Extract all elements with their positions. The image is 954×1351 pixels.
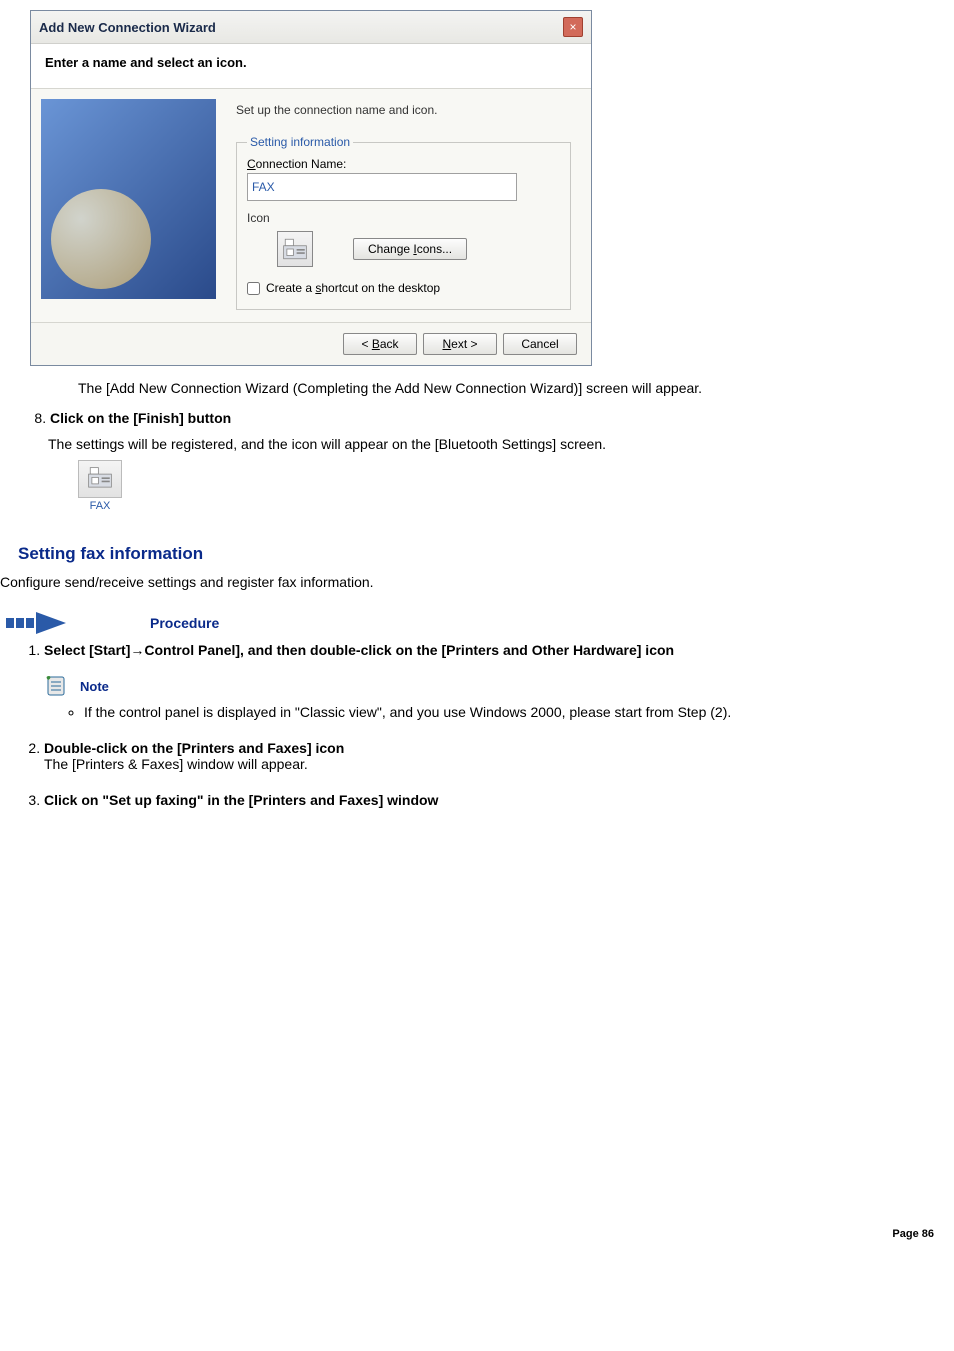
connection-name-input[interactable] bbox=[247, 173, 517, 201]
setting-info-group: Setting information Connection Name: Ico… bbox=[236, 135, 571, 310]
after-wizard-text: The [Add New Connection Wizard (Completi… bbox=[78, 380, 954, 396]
wizard-side-image bbox=[41, 99, 216, 299]
window-title: Add New Connection Wizard bbox=[39, 20, 216, 35]
shortcut-checkbox-row[interactable]: Create a shortcut on the desktop bbox=[247, 281, 560, 295]
procedure-heading: Procedure bbox=[6, 610, 954, 636]
close-icon[interactable]: × bbox=[563, 17, 583, 37]
cancel-button[interactable]: Cancel bbox=[503, 333, 577, 355]
next-button[interactable]: Next > bbox=[423, 333, 497, 355]
step-8-list: Click on the [Finish] button bbox=[20, 410, 954, 426]
wizard-footer: < Back Next > Cancel bbox=[31, 322, 591, 365]
wizard-form: Set up the connection name and icon. Set… bbox=[216, 99, 591, 310]
fax-result-icon: FAX bbox=[78, 460, 122, 512]
fax-caption: FAX bbox=[78, 500, 122, 512]
step-1: Select [Start]→Control Panel], and then … bbox=[44, 642, 954, 720]
setup-label: Set up the connection name and icon. bbox=[236, 103, 571, 117]
page-number: Page 86 bbox=[0, 1228, 954, 1256]
note-item: If the control panel is displayed in "Cl… bbox=[84, 704, 954, 720]
step-2-bold: Double-click on the [Printers and Faxes]… bbox=[44, 740, 344, 756]
note-list: If the control panel is displayed in "Cl… bbox=[66, 704, 954, 720]
wizard-body: Set up the connection name and icon. Set… bbox=[31, 89, 591, 310]
step-2: Double-click on the [Printers and Faxes]… bbox=[44, 740, 954, 772]
step-3: Click on "Set up faxing" in the [Printer… bbox=[44, 792, 954, 808]
fax-icon bbox=[277, 231, 313, 267]
note-row: Note bbox=[44, 674, 954, 698]
section-heading: Setting fax information bbox=[18, 544, 954, 564]
wizard-header-text: Enter a name and select an icon. bbox=[45, 55, 247, 70]
change-icons-button[interactable]: Change Icons... bbox=[353, 238, 467, 260]
step-3-text: Click on "Set up faxing" in the [Printer… bbox=[44, 792, 438, 808]
step-8-text: Click on the [Finish] button bbox=[50, 410, 231, 426]
wizard-dialog: Add New Connection Wizard × Enter a name… bbox=[30, 10, 592, 366]
fax-icon bbox=[78, 460, 122, 498]
setting-info-legend: Setting information bbox=[247, 135, 353, 149]
note-label: Note bbox=[80, 679, 109, 694]
back-button[interactable]: < Back bbox=[343, 333, 417, 355]
step-1-text: Select [Start]→Control Panel], and then … bbox=[44, 642, 674, 658]
connection-name-label: Connection Name: bbox=[247, 157, 560, 171]
globe-icon bbox=[51, 189, 151, 289]
step-8-item: Click on the [Finish] button bbox=[50, 410, 954, 426]
procedure-steps: Select [Start]→Control Panel], and then … bbox=[18, 642, 954, 808]
procedure-label: Procedure bbox=[150, 615, 219, 631]
wizard-header: Enter a name and select an icon. bbox=[31, 44, 591, 89]
after-step8-text: The settings will be registered, and the… bbox=[48, 436, 954, 452]
icon-row: Change Icons... bbox=[277, 231, 560, 267]
shortcut-checkbox[interactable] bbox=[247, 282, 260, 295]
step-2-sub: The [Printers & Faxes] window will appea… bbox=[44, 756, 308, 772]
icon-label: Icon bbox=[247, 211, 560, 225]
note-icon bbox=[44, 674, 70, 698]
arrow-icon bbox=[6, 610, 116, 636]
shortcut-label: Create a shortcut on the desktop bbox=[266, 281, 440, 295]
titlebar: Add New Connection Wizard × bbox=[31, 11, 591, 44]
section-body: Configure send/receive settings and regi… bbox=[0, 574, 954, 590]
